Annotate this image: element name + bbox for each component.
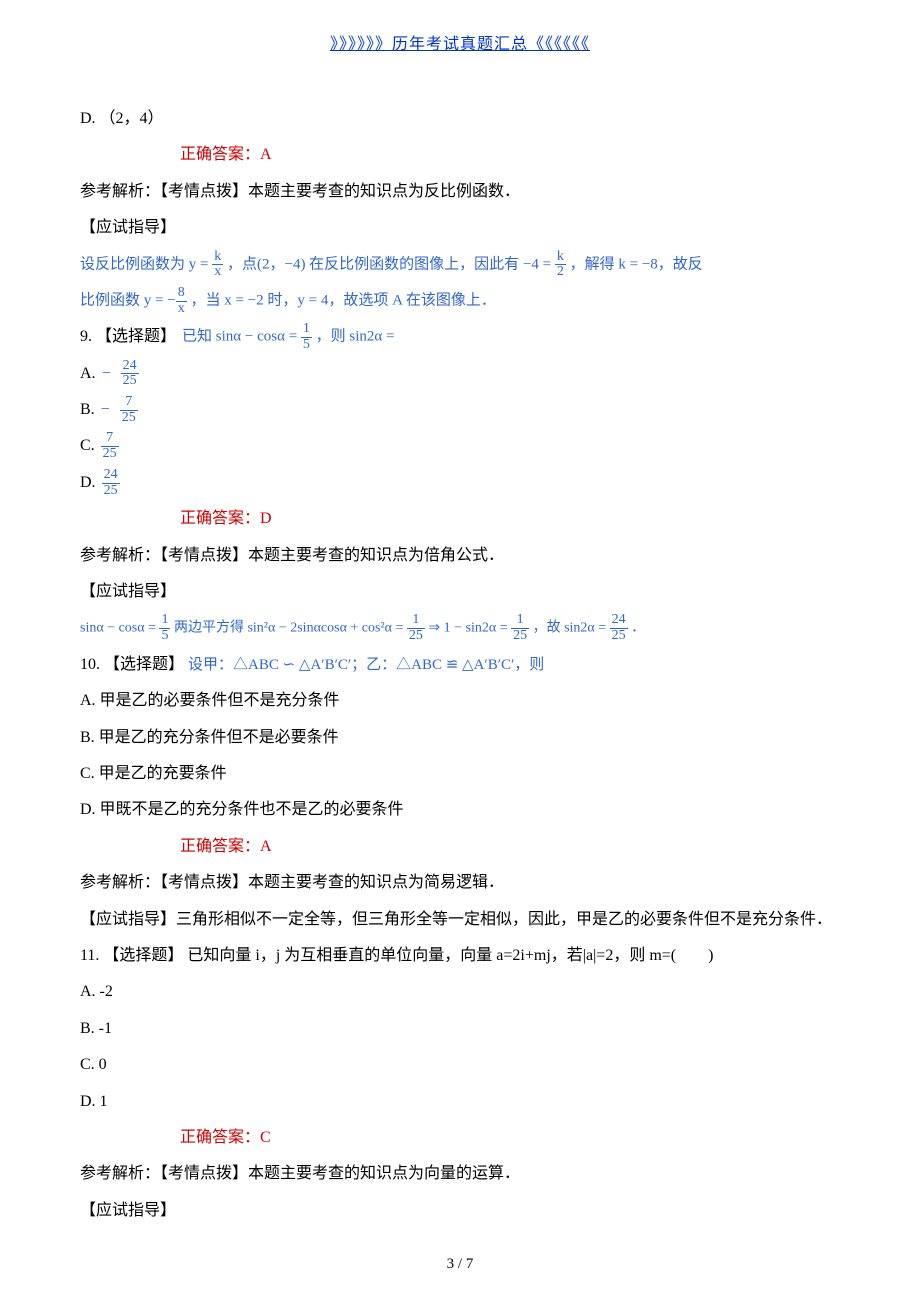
q9-optA-den: 25 [121,374,139,389]
q9-option-b: B. − 725 [80,395,840,425]
q10-analysis: 参考解析：【考情点拨】本题主要考查的知识点为简易逻辑． [80,868,840,898]
q9-optC-num: 7 [101,431,119,447]
q9-optB-num: 7 [120,395,138,411]
q9-gm1: sinα − cosα = [80,621,159,636]
q9-gm2: 两边平方得 sin²α − 2sinαcosα + cos²α = [174,621,407,636]
q10-stem-pre: 10. 【选择题】 [80,656,188,673]
q10-answer: 正确答案：A [80,832,840,862]
q8-g2-pre: 比例函数 [80,293,144,309]
q11-analysis: 参考解析：【考情点拨】本题主要考查的知识点为向量的运算． [80,1159,840,1189]
q9-gm5: ． [631,621,645,636]
q9-optD-num: 24 [102,468,120,484]
page-number: 3 / 7 [80,1256,840,1273]
q9-optA-label: A. [80,359,96,389]
q9-guide-math: sinα − cosα = 15 两边平方得 sin²α − 2sinαcosα… [80,613,840,643]
q8-analysis: 参考解析：【考情点拨】本题主要考查的知识点为反比例函数． [80,177,840,207]
q11-stem: 11. 【选择题】 已知向量 i，j 为互相垂直的单位向量，向量 a=2i+mj… [80,941,840,971]
q9-answer: 正确答案：D [80,504,840,534]
q8-g2-mid: ，当 x = −2 时，y = 4，故选项 A 在该图像上． [190,293,495,309]
q9-optA-num: 24 [121,359,139,375]
q8-g1-pre: 设反比例函数为 [80,256,189,272]
q9-optB-den: 25 [120,411,138,426]
q9-option-c: C. 725 [80,431,840,461]
q9-option-d: D. 2425 [80,468,840,498]
header-link[interactable]: 》》》》》》历年考试真题汇总《《《《《《 [80,30,840,54]
q9-optB-label: B. [80,395,95,425]
q10-option-c: C. 甲是乙的充要条件 [80,759,840,789]
q11-option-d: D. 1 [80,1087,840,1117]
q8-answer: 正确答案：A [80,140,840,170]
q10-stem: 10. 【选择题】 设甲：△ABC ∽ △A′B′C′；乙：△ABC ≌ △A′… [80,650,840,680]
q8-option-d: D. （2，4） [80,104,840,134]
q11-option-b: B. -1 [80,1014,840,1044]
q8-g1-mid: ，点(2，−4) 在反比例函数的图像上，因此有 [227,256,523,272]
q11-option-a: A. -2 [80,977,840,1007]
q9-stem: 9. 【选择题】 已知 sinα − cosα = 15 ，则 sin2α = [80,322,840,352]
q9-analysis: 参考解析：【考情点拨】本题主要考查的知识点为倍角公式． [80,541,840,571]
q9-optC-den: 25 [101,447,119,462]
q11-option-c: C. 0 [80,1050,840,1080]
q10-option-a: A. 甲是乙的必要条件但不是充分条件 [80,686,840,716]
q9-guide-label: 【应试指导】 [80,577,840,607]
q9-option-a: A. − 2425 [80,359,840,389]
q10-stem-math: 设甲：△ABC ∽ △A′B′C′；乙：△ABC ≌ △A′B′C′，则 [188,657,544,673]
q9-gm3: ⇒ 1 − sin2α = [428,621,511,636]
q11-answer: 正确答案：C [80,1123,840,1153]
q8-guide-line2: 比例函数 y = −8x ，当 x = −2 时，y = 4，故选项 A 在该图… [80,286,840,316]
q8-guide-line1: 设反比例函数为 y = kx ，点(2，−4) 在反比例函数的图像上，因此有 −… [80,250,840,280]
q10-option-d: D. 甲既不是乙的充分条件也不是乙的必要条件 [80,795,840,825]
q9-optD-den: 25 [102,484,120,499]
q10-option-b: B. 甲是乙的充分条件但不是必要条件 [80,723,840,753]
q9-stem-math-post: ，则 sin2α = [316,329,395,345]
q8-guide-label: 【应试指导】 [80,213,840,243]
q9-gm4: ，故 sin2α = [533,621,610,636]
q8-g1-post: ，解得 k = −8，故反 [570,256,703,272]
q11-guide-label: 【应试指导】 [80,1196,840,1226]
q9-optD-label: D. [80,468,96,498]
header-link-text: 》》》》》》历年考试真题汇总《《《《《《 [330,36,590,53]
q9-stem-pre: 9. 【选择题】 [80,322,176,352]
q9-optC-label: C. [80,431,95,461]
q10-guide: 【应试指导】三角形相似不一定全等，但三角形全等一定相似，因此，甲是乙的必要条件但… [80,905,840,935]
q9-stem-math: 已知 sinα − cosα = 15 ，则 sin2α = [182,322,394,352]
q9-stem-math-pre: 已知 sinα − cosα = [182,329,301,345]
